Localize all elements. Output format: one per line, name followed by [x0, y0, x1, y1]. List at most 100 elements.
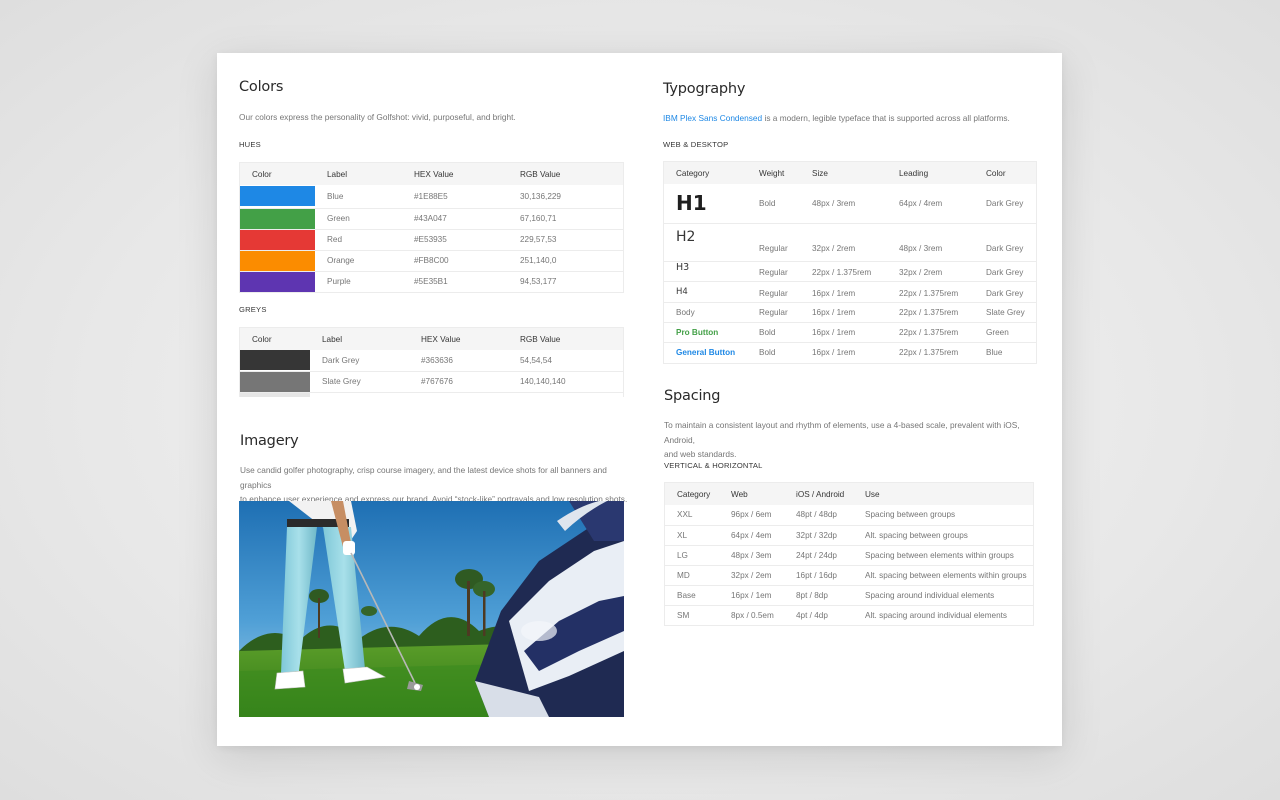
col-hex: HEX Value: [409, 328, 508, 350]
spacing-web: 64px / 4em: [719, 525, 784, 546]
typo-size: 16px / 1rem: [800, 281, 887, 303]
typo-leading: 22px / 1.375rem: [887, 302, 974, 323]
typography-table: Category Weight Size Leading Color H1 Bol…: [663, 161, 1037, 364]
typo-size: 48px / 3rem: [800, 184, 887, 224]
typo-leading: 32px / 2rem: [887, 261, 974, 282]
imagery-description: Use candid golfer photography, crisp cou…: [240, 463, 640, 507]
hue-hex: #FB8C00: [402, 250, 508, 272]
typo-category: H2: [664, 223, 747, 262]
spacing-category: XXL: [665, 505, 719, 526]
typo-color: Slate Grey: [974, 302, 1036, 323]
typo-weight: Regular: [747, 281, 800, 303]
hue-label: Green: [315, 208, 402, 230]
greys-heading: GREYS: [239, 305, 267, 314]
hue-rgb: 251,140,0: [508, 250, 623, 272]
spacing-header-row: Category Web iOS / Android Use: [665, 483, 1033, 505]
hue-label: Purple: [315, 271, 402, 293]
hue-hex: #43A047: [402, 208, 508, 230]
typo-category: Pro Button: [664, 322, 747, 343]
typo-sample: H4: [676, 286, 688, 297]
hue-rgb: 30,136,229: [508, 185, 623, 209]
hue-rgb: 94,53,177: [508, 271, 623, 293]
typo-size: 16px / 1rem: [800, 322, 887, 343]
col-ios-android: iOS / Android: [784, 483, 853, 505]
col-leading: Leading: [887, 162, 974, 184]
typo-category: H4: [664, 281, 747, 303]
spacing-category: MD: [665, 565, 719, 586]
typo-sample: H3: [676, 261, 690, 273]
hue-row: Purple #5E35B1 94,53,177: [240, 271, 623, 293]
spacing-ios: 4pt / 4dp: [784, 605, 853, 626]
spacing-web: 96px / 6em: [719, 505, 784, 526]
hue-row: Green #43A047 67,160,71: [240, 208, 623, 230]
typo-color: Dark Grey: [974, 261, 1036, 282]
color-swatch: [240, 186, 315, 207]
typo-leading: 48px / 3rem: [887, 223, 974, 262]
hues-heading: HUES: [239, 140, 261, 149]
typo-category: Body: [664, 302, 747, 323]
web-desktop-heading: WEB & DESKTOP: [663, 140, 729, 149]
grey-rgb: 54,54,54: [508, 350, 623, 372]
typo-size: 16px / 1rem: [800, 302, 887, 323]
spacing-use: Alt. spacing between groups: [853, 525, 1033, 546]
typo-leading: 22px / 1.375rem: [887, 342, 974, 364]
spacing-category: SM: [665, 605, 719, 626]
grey-hex: #767676: [409, 371, 508, 393]
spacing-ios: 32pt / 32dp: [784, 525, 853, 546]
spacing-row: XL 64px / 4em 32pt / 32dp Alt. spacing betw…: [665, 525, 1033, 546]
greys-header-row: Color Label HEX Value RGB Value: [240, 328, 623, 350]
spacing-use: Spacing between elements within groups: [853, 545, 1033, 566]
spacing-description-line1: To maintain a consistent layout and rhyt…: [664, 420, 1020, 445]
swatch-cell: [240, 271, 315, 293]
imagery-description-line1: Use candid golfer photography, crisp cou…: [240, 465, 607, 490]
typo-weight: Bold: [747, 322, 800, 343]
col-size: Size: [800, 162, 887, 184]
hue-hex: #1E88E5: [402, 185, 508, 209]
typo-leading: 22px / 1.375rem: [887, 281, 974, 303]
hues-table: Color Label HEX Value RGB Value Blue #1E8…: [239, 162, 624, 293]
typo-category: H3: [664, 261, 747, 282]
typo-color: Dark Grey: [974, 281, 1036, 303]
typo-category: General Button: [664, 342, 747, 364]
hue-rgb: 67,160,71: [508, 208, 623, 230]
hue-row: Orange #FB8C00 251,140,0: [240, 250, 623, 272]
typo-sample: H2: [676, 228, 696, 245]
col-label: Label: [315, 163, 402, 185]
typo-weight: Regular: [747, 223, 800, 262]
typography-row: H1 Bold 48px / 3rem 64px / 4rem Dark Grey: [664, 184, 1036, 224]
typography-row: General Button Bold 16px / 1rem 22px / 1.37…: [664, 342, 1036, 364]
spacing-ios: 24pt / 24dp: [784, 545, 853, 566]
typo-sample: H1: [676, 191, 707, 216]
hue-rgb: 229,57,53: [508, 229, 623, 251]
spacing-title: Spacing: [664, 388, 721, 404]
grey-label: Dark Grey: [310, 350, 409, 372]
typo-color: Dark Grey: [974, 223, 1036, 262]
vertical-horizontal-heading: VERTICAL & HORIZONTAL: [664, 461, 763, 470]
spacing-use: Spacing between groups: [853, 505, 1033, 526]
spacing-web: 48px / 3em: [719, 545, 784, 566]
typography-header-row: Category Weight Size Leading Color: [664, 162, 1036, 184]
colors-title: Colors: [239, 79, 284, 95]
color-swatch: [240, 229, 315, 250]
golf-photo: [239, 501, 624, 717]
greys-table: Color Label HEX Value RGB Value Dark Gre…: [239, 327, 624, 397]
spacing-web: 8px / 0.5em: [719, 605, 784, 626]
spacing-category: XL: [665, 525, 719, 546]
swatch-cell: [240, 371, 310, 393]
spacing-use: Alt. spacing between elements within gro…: [853, 565, 1033, 586]
typography-row: H2 Regular 32px / 2rem 48px / 3rem Dark Grey: [664, 223, 1036, 262]
spacing-row: SM 8px / 0.5em 4pt / 4dp Alt. spacing aroun…: [665, 605, 1033, 626]
typo-weight: Regular: [747, 302, 800, 323]
col-color: Color: [240, 163, 315, 185]
font-link[interactable]: IBM Plex Sans Condensed: [663, 113, 762, 123]
col-color: Color: [974, 162, 1036, 184]
typo-sample: Pro Button: [676, 327, 719, 337]
typo-leading: 22px / 1.375rem: [887, 322, 974, 343]
spacing-description: To maintain a consistent layout and rhyt…: [664, 418, 1038, 462]
typography-row: H4 Regular 16px / 1rem 22px / 1.375rem Dark …: [664, 281, 1036, 303]
color-swatch: [240, 371, 310, 392]
swatch-cell: [240, 208, 315, 230]
typo-color: Dark Grey: [974, 184, 1036, 224]
typo-sample: General Button: [676, 348, 736, 357]
typo-size: 22px / 1.375rem: [800, 261, 887, 282]
